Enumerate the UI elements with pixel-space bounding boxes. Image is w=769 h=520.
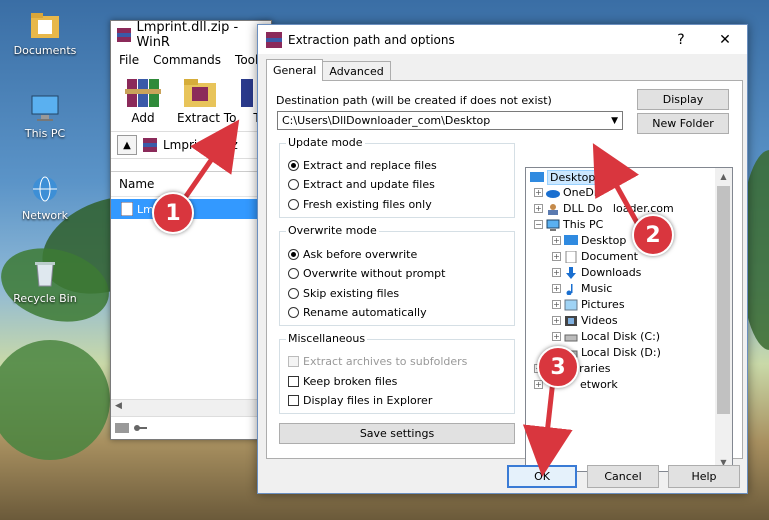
callout-badge-3: 3 — [537, 346, 579, 388]
callout-arrow-2 — [592, 143, 643, 230]
callout-arrow-1 — [177, 119, 240, 207]
callout-arrows — [177, 119, 643, 477]
callout-badge-1: 1 — [152, 192, 194, 234]
tab-general[interactable]: General — [266, 59, 324, 81]
callout-arrow-3 — [522, 379, 573, 477]
callout-badge-2: 2 — [632, 214, 674, 256]
